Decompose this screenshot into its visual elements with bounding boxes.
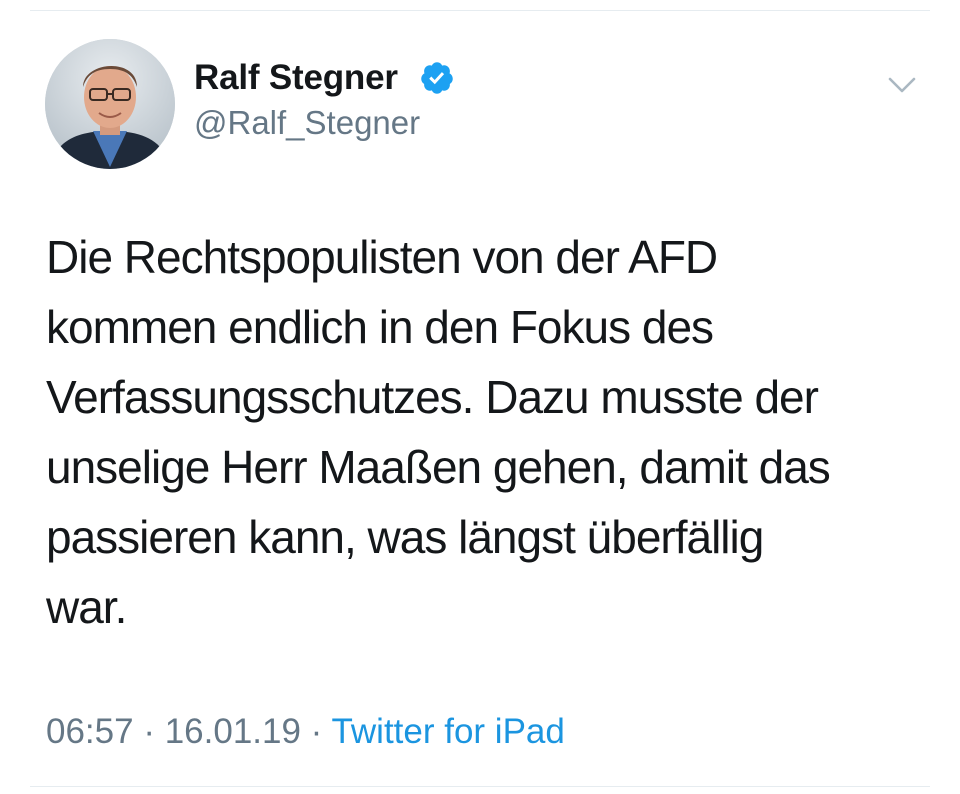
top-divider (30, 10, 930, 11)
chevron-down-icon[interactable] (882, 68, 922, 102)
meta-separator: · (300, 712, 332, 751)
tweet-source-link[interactable]: Twitter for iPad (331, 712, 564, 751)
meta-separator: · (133, 712, 165, 751)
author-name[interactable]: Ralf Stegner (194, 58, 398, 98)
tweet-date[interactable]: 16.01.19 (165, 712, 301, 751)
avatar-photo (45, 39, 175, 169)
bottom-divider (30, 786, 930, 787)
tweet-time[interactable]: 06:57 (46, 712, 134, 751)
tweet-text: Die Rechtspopulisten von der AFD kommen … (46, 231, 831, 633)
verified-badge-icon (421, 62, 453, 94)
avatar[interactable] (45, 39, 175, 169)
tweet-meta: 06:57 · 16.01.19 · Twitter for iPad (46, 712, 565, 752)
author-handle[interactable]: @Ralf_Stegner (194, 104, 420, 142)
